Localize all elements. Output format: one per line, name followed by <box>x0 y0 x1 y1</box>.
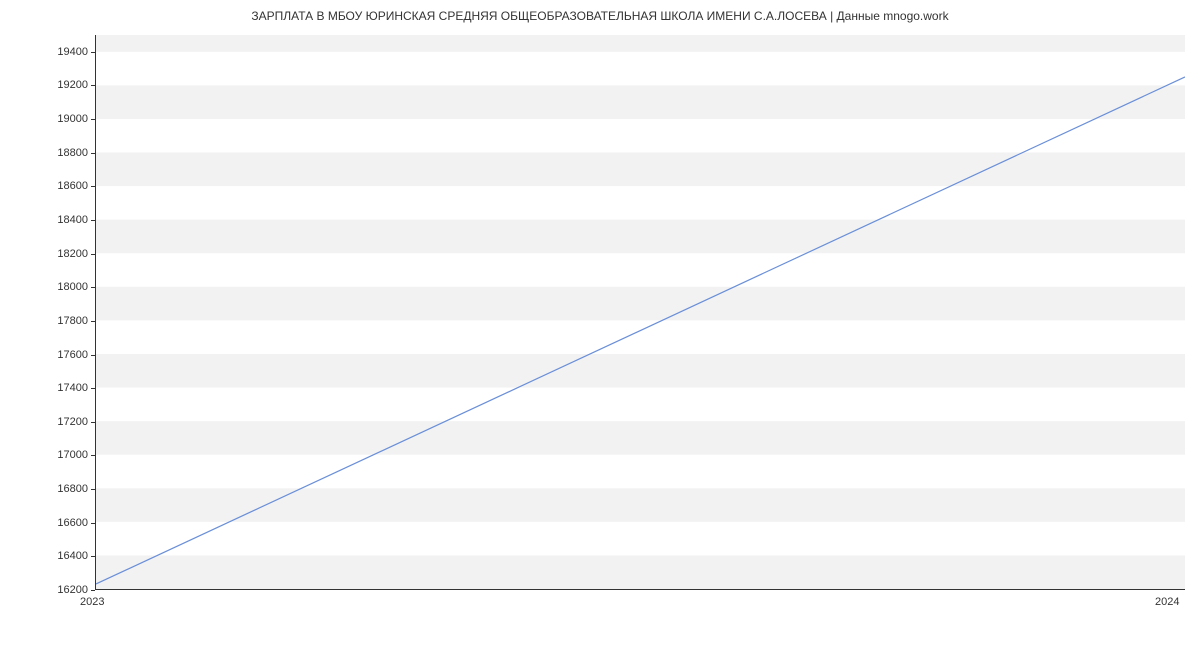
y-tick-mark <box>91 153 95 154</box>
y-tick-mark <box>91 523 95 524</box>
y-tick-label: 18400 <box>57 214 88 226</box>
y-tick-mark <box>91 556 95 557</box>
grid-band <box>96 85 1185 119</box>
y-tick-label: 17800 <box>57 315 88 327</box>
grid-band <box>96 354 1185 388</box>
y-tick-label: 16200 <box>57 584 88 596</box>
y-tick-mark <box>91 355 95 356</box>
y-tick-label: 19000 <box>57 113 88 125</box>
y-tick-mark <box>91 254 95 255</box>
y-tick-label: 18800 <box>57 147 88 159</box>
grid-band <box>96 488 1185 522</box>
y-tick-label: 16800 <box>57 483 88 495</box>
y-tick-label: 17200 <box>57 416 88 428</box>
y-tick-label: 16400 <box>57 550 88 562</box>
x-tick-label: 2023 <box>80 596 104 608</box>
y-tick-mark <box>91 489 95 490</box>
y-tick-label: 17400 <box>57 382 88 394</box>
y-tick-label: 16600 <box>57 517 88 529</box>
y-tick-label: 17000 <box>57 449 88 461</box>
y-tick-mark <box>91 590 95 591</box>
chart-svg <box>96 35 1185 589</box>
y-tick-mark <box>91 119 95 120</box>
plot-area <box>95 35 1185 590</box>
grid-band <box>96 555 1185 589</box>
y-tick-mark <box>91 85 95 86</box>
y-tick-mark <box>91 321 95 322</box>
grid-band <box>96 421 1185 455</box>
y-tick-label: 18600 <box>57 180 88 192</box>
y-tick-label: 17600 <box>57 349 88 361</box>
grid-band <box>96 287 1185 321</box>
y-tick-mark <box>91 388 95 389</box>
y-tick-label: 19200 <box>57 79 88 91</box>
y-tick-mark <box>91 455 95 456</box>
y-tick-label: 19400 <box>57 46 88 58</box>
y-tick-mark <box>91 186 95 187</box>
y-tick-mark <box>91 220 95 221</box>
grid-band <box>96 220 1185 254</box>
y-tick-label: 18000 <box>57 281 88 293</box>
y-tick-mark <box>91 52 95 53</box>
grid-band <box>96 153 1185 187</box>
grid-band <box>96 35 1185 52</box>
x-tick-label: 2024 <box>1155 596 1179 608</box>
y-tick-label: 18200 <box>57 248 88 260</box>
chart-title: ЗАРПЛАТА В МБОУ ЮРИНСКАЯ СРЕДНЯЯ ОБЩЕОБР… <box>0 9 1200 23</box>
y-tick-mark <box>91 287 95 288</box>
y-tick-mark <box>91 422 95 423</box>
